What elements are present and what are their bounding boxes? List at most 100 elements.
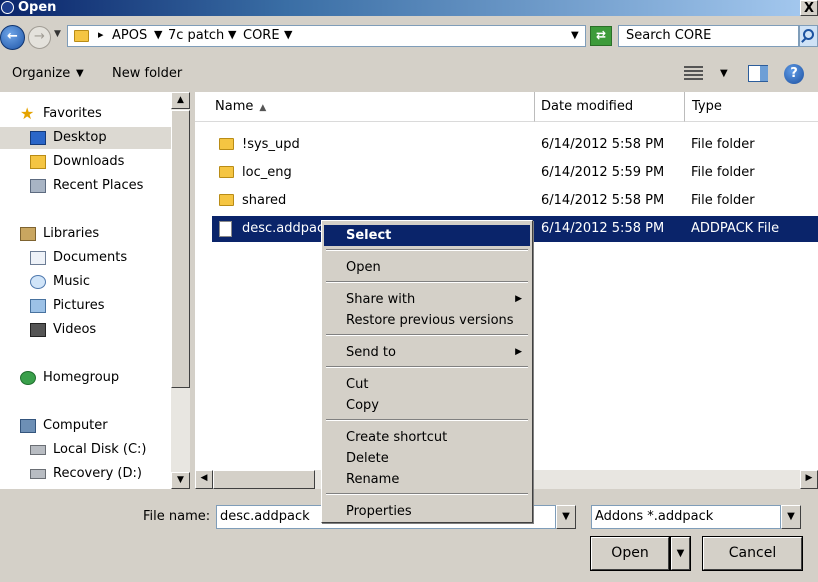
scroll-down-icon[interactable]: ▼ xyxy=(171,472,190,489)
breadcrumb-core[interactable]: CORE xyxy=(243,28,280,43)
search-button[interactable] xyxy=(799,25,818,47)
context-menu: Select Open Share with ▶ Restore previous… xyxy=(321,220,533,523)
file-type-select[interactable]: Addons *.addpack xyxy=(591,505,781,529)
star-icon: ★ xyxy=(20,104,35,123)
title-bar: Open X xyxy=(0,0,818,16)
sidebar-item-videos[interactable]: Videos xyxy=(0,319,171,341)
file-name-dropdown-icon[interactable]: ▼ xyxy=(556,505,576,529)
scrollbar-thumb[interactable] xyxy=(171,110,190,388)
chevron-right-icon: ▶ xyxy=(515,347,522,357)
back-button[interactable]: ← xyxy=(0,25,25,50)
column-header-date[interactable]: Date modified xyxy=(535,92,685,122)
recovery-disk-icon xyxy=(30,469,46,479)
chevron-down-icon[interactable]: ▼ xyxy=(284,28,292,41)
recent-pages-dropdown-icon[interactable]: ▼ xyxy=(54,29,61,39)
menu-item-open[interactable]: Open xyxy=(324,257,530,278)
sidebar-item-computer[interactable]: Computer xyxy=(0,415,171,437)
open-button[interactable]: Open xyxy=(590,536,670,571)
menu-separator xyxy=(326,366,528,368)
libraries-icon xyxy=(20,227,36,241)
menu-item-share-with[interactable]: Share with ▶ xyxy=(324,289,530,310)
menu-item-copy[interactable]: Copy xyxy=(324,395,530,416)
open-dropdown-icon[interactable]: ▼ xyxy=(670,536,691,571)
scroll-right-icon[interactable]: ▶ xyxy=(800,470,818,489)
computer-icon xyxy=(20,419,36,433)
chevron-down-icon[interactable]: ▼ xyxy=(228,28,236,41)
new-folder-button[interactable]: New folder xyxy=(112,66,182,81)
sidebar-item-downloads[interactable]: Downloads xyxy=(0,151,171,173)
folder-icon xyxy=(219,194,234,206)
file-icon xyxy=(219,221,232,237)
videos-icon xyxy=(30,323,46,337)
chevron-right-icon: ▶ xyxy=(515,294,522,304)
toolbar: Organize ▼ New folder ▼ ? xyxy=(0,57,818,91)
help-icon[interactable]: ? xyxy=(784,64,804,84)
menu-item-rename[interactable]: Rename xyxy=(324,469,530,490)
views-icon[interactable] xyxy=(684,66,703,80)
sidebar-item-libraries[interactable]: Libraries xyxy=(0,223,171,245)
chevron-down-icon[interactable]: ▼ xyxy=(154,28,162,41)
menu-item-restore-previous-versions[interactable]: Restore previous versions xyxy=(324,310,530,331)
views-dropdown-icon[interactable]: ▼ xyxy=(720,68,728,79)
address-dropdown-icon[interactable]: ▼ xyxy=(571,30,579,41)
menu-item-create-shortcut[interactable]: Create shortcut xyxy=(324,427,530,448)
address-row: ← → ▼ ▸ APOS ▼ 7c patch ▼ CORE ▼ ▼ ⇄ Sea… xyxy=(0,17,818,57)
breadcrumb-7c-patch[interactable]: 7c patch xyxy=(168,28,224,43)
menu-item-send-to[interactable]: Send to ▶ xyxy=(324,342,530,363)
chevron-right-icon[interactable]: ▸ xyxy=(98,28,104,41)
organize-dropdown-icon[interactable]: ▼ xyxy=(76,68,84,79)
close-button[interactable]: X xyxy=(800,0,818,16)
column-header-name[interactable]: Name ▲ xyxy=(195,92,535,122)
sidebar-item-local-disk[interactable]: Local Disk (C:) xyxy=(0,439,171,461)
refresh-button[interactable]: ⇄ xyxy=(590,26,612,46)
scrollbar-thumb[interactable] xyxy=(213,470,315,489)
recent-places-icon xyxy=(30,179,46,193)
sidebar-item-homegroup[interactable]: Homegroup xyxy=(0,367,171,389)
window-title: Open xyxy=(18,0,57,15)
music-icon xyxy=(30,275,46,289)
sidebar-item-desktop[interactable]: Desktop xyxy=(0,127,171,149)
sidebar-item-documents[interactable]: Documents xyxy=(0,247,171,269)
sidebar-item-recent-places[interactable]: Recent Places xyxy=(0,175,171,197)
navigation-pane-scrollbar[interactable]: ▲ ▼ xyxy=(171,92,190,489)
organize-button[interactable]: Organize xyxy=(12,66,70,81)
folder-icon xyxy=(219,166,234,178)
documents-icon xyxy=(30,251,46,265)
preview-pane-icon[interactable] xyxy=(748,65,768,82)
cancel-button[interactable]: Cancel xyxy=(702,536,803,571)
column-header-type[interactable]: Type xyxy=(685,92,818,122)
menu-separator xyxy=(326,419,528,421)
homegroup-icon xyxy=(20,371,36,385)
file-type-dropdown-icon[interactable]: ▼ xyxy=(781,505,801,529)
menu-separator xyxy=(326,334,528,336)
local-disk-icon xyxy=(30,445,46,455)
menu-item-delete[interactable]: Delete xyxy=(324,448,530,469)
navigation-pane: ★ Favorites Desktop Downloads Recent Pla… xyxy=(0,92,171,489)
sidebar-item-pictures[interactable]: Pictures xyxy=(0,295,171,317)
downloads-folder-icon xyxy=(30,155,46,169)
scroll-up-icon[interactable]: ▲ xyxy=(171,92,190,109)
menu-separator xyxy=(326,249,528,251)
folder-icon xyxy=(74,30,89,42)
forward-button[interactable]: → xyxy=(28,26,51,49)
file-row[interactable]: shared 6/14/2012 5:58 PM File folder xyxy=(212,188,818,214)
pictures-icon xyxy=(30,299,46,313)
menu-item-cut[interactable]: Cut xyxy=(324,374,530,395)
file-name-label: File name: xyxy=(143,509,211,524)
app-icon xyxy=(1,1,14,14)
search-input[interactable]: Search CORE xyxy=(618,25,799,47)
sidebar-item-recovery[interactable]: Recovery (D:) xyxy=(0,463,171,485)
address-bar[interactable]: ▸ APOS ▼ 7c patch ▼ CORE ▼ ▼ xyxy=(67,25,586,47)
menu-separator xyxy=(326,493,528,495)
scroll-left-icon[interactable]: ◀ xyxy=(195,470,213,489)
sidebar-item-favorites[interactable]: ★ Favorites xyxy=(0,103,171,125)
file-row[interactable]: loc_eng 6/14/2012 5:59 PM File folder xyxy=(212,160,818,186)
file-row[interactable]: !sys_upd 6/14/2012 5:58 PM File folder xyxy=(212,132,818,158)
desktop-icon xyxy=(30,131,46,145)
menu-item-select[interactable]: Select xyxy=(324,225,530,246)
menu-separator xyxy=(326,281,528,283)
sidebar-item-music[interactable]: Music xyxy=(0,271,171,293)
breadcrumb-apos[interactable]: APOS xyxy=(112,28,147,43)
folder-icon xyxy=(219,138,234,150)
menu-item-properties[interactable]: Properties xyxy=(324,501,530,522)
